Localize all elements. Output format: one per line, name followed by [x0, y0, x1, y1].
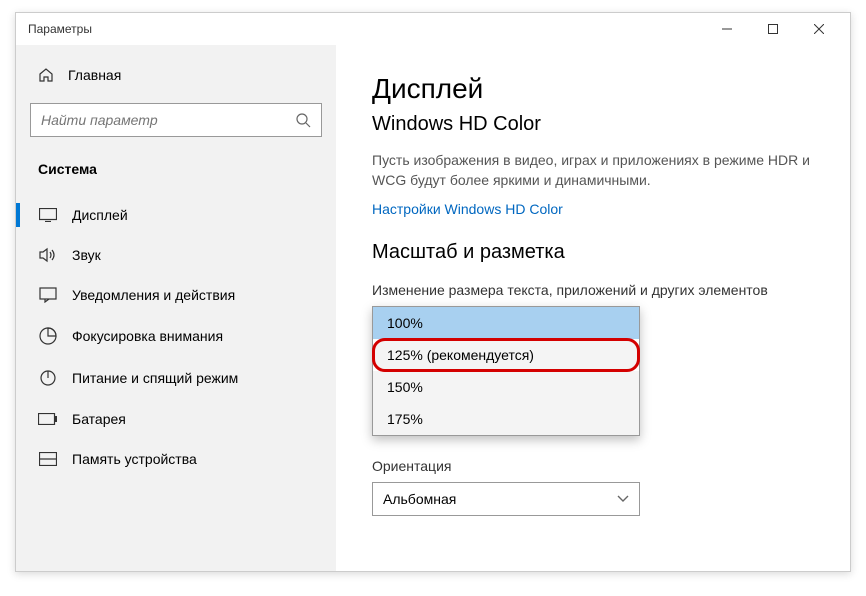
scale-dropdown[interactable]: 100% 125% (рекомендуется) 150% 175% — [372, 306, 640, 436]
sidebar-item-display[interactable]: Дисплей — [16, 195, 336, 235]
sidebar-nav: Дисплей Звук Уведомления и действия — [16, 195, 336, 479]
display-icon — [38, 208, 58, 222]
home-icon — [38, 67, 54, 83]
scale-option-175[interactable]: 175% — [373, 403, 639, 435]
content-area: Главная Система Дисплей — [16, 45, 850, 571]
sidebar-item-label: Фокусировка внимания — [72, 328, 223, 344]
sidebar-item-label: Дисплей — [72, 207, 128, 223]
storage-icon — [38, 452, 58, 466]
orientation-select[interactable]: Альбомная — [372, 482, 640, 516]
scale-heading: Масштаб и разметка — [372, 241, 814, 264]
sidebar-item-label: Питание и спящий режим — [72, 370, 238, 386]
scale-option-125[interactable]: 125% (рекомендуется) — [373, 339, 639, 371]
sidebar: Главная Система Дисплей — [16, 45, 336, 571]
scale-option-100[interactable]: 100% — [373, 307, 639, 339]
sidebar-item-power[interactable]: Питание и спящий режим — [16, 357, 336, 399]
home-label: Главная — [68, 67, 121, 83]
maximize-button[interactable] — [750, 13, 796, 45]
titlebar: Параметры — [16, 13, 850, 45]
window-title: Параметры — [24, 22, 704, 36]
home-link[interactable]: Главная — [16, 57, 336, 93]
power-icon — [38, 369, 58, 387]
hdr-subtitle: Windows HD Color — [372, 113, 814, 136]
battery-icon — [38, 413, 58, 425]
sidebar-item-sound[interactable]: Звук — [16, 235, 336, 275]
minimize-button[interactable] — [704, 13, 750, 45]
scale-field-label: Изменение размера текста, приложений и д… — [372, 282, 814, 298]
sidebar-item-label: Звук — [72, 247, 101, 263]
sidebar-item-storage[interactable]: Память устройства — [16, 439, 336, 479]
chevron-down-icon — [617, 495, 629, 503]
notifications-icon — [38, 287, 58, 303]
sidebar-item-battery[interactable]: Батарея — [16, 399, 336, 439]
sidebar-item-focus[interactable]: Фокусировка внимания — [16, 315, 336, 357]
page-title: Дисплей — [372, 73, 814, 105]
sound-icon — [38, 247, 58, 263]
settings-window: Параметры Главная — [15, 12, 851, 572]
scale-option-150[interactable]: 150% — [373, 371, 639, 403]
orientation-label: Ориентация — [372, 458, 814, 474]
orientation-field: Ориентация Альбомная — [372, 458, 814, 516]
orientation-value: Альбомная — [383, 491, 456, 507]
window-controls — [704, 13, 842, 45]
main-panel: Дисплей Windows HD Color Пусть изображен… — [336, 45, 850, 571]
close-button[interactable] — [796, 13, 842, 45]
hdr-description: Пусть изображения в видео, играх и прило… — [372, 150, 812, 191]
search-input[interactable] — [41, 112, 295, 128]
search-icon — [295, 112, 311, 128]
sidebar-item-label: Батарея — [72, 411, 126, 427]
focus-icon — [38, 327, 58, 345]
sidebar-item-label: Память устройства — [72, 451, 197, 467]
search-box[interactable] — [30, 103, 322, 137]
sidebar-item-label: Уведомления и действия — [72, 287, 235, 303]
sidebar-item-notifications[interactable]: Уведомления и действия — [16, 275, 336, 315]
sidebar-section-label: Система — [16, 149, 336, 187]
hdr-settings-link[interactable]: Настройки Windows HD Color — [372, 201, 563, 217]
